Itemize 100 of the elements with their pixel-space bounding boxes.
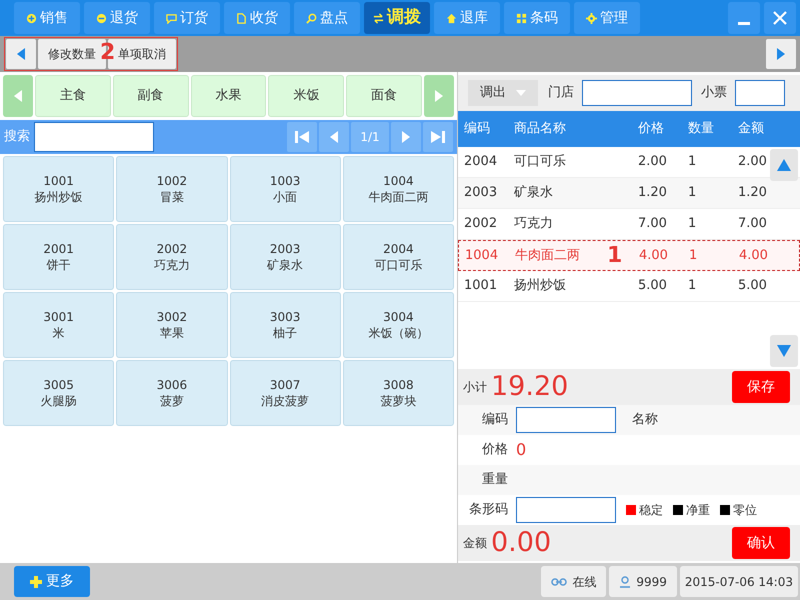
triangle-arrow-icon <box>328 130 340 144</box>
minimize-icon <box>738 22 750 24</box>
table-cell: 1001 <box>464 278 498 294</box>
scroll-right-button[interactable] <box>766 39 796 69</box>
next-page-button[interactable] <box>391 122 421 152</box>
confirm-button[interactable]: 确认 <box>732 527 790 559</box>
product-button[interactable]: 2002 巧克力 <box>116 224 228 290</box>
table-cell: 1.20 <box>638 185 667 200</box>
triangle-arrow-icon <box>432 89 445 103</box>
store-field[interactable] <box>582 80 692 106</box>
table-cell: 2.00 <box>738 154 767 170</box>
barcode-field[interactable] <box>516 497 616 523</box>
column-header: 编码 <box>463 120 491 138</box>
product-button[interactable]: 2004 可口可乐 <box>342 224 454 290</box>
column-header: 数量 <box>688 120 715 138</box>
table-cell: 矿泉水 <box>514 185 553 200</box>
category-button[interactable]: 面食 <box>346 75 422 117</box>
category-button[interactable]: 主食 <box>35 75 111 117</box>
amount-label: 金额 <box>463 535 487 552</box>
close-icon <box>772 10 788 26</box>
caret-icon <box>516 90 526 96</box>
product-button[interactable]: 1004 牛肉面二两 <box>342 156 454 222</box>
direction-dropdown[interactable]: 调出 <box>468 80 538 106</box>
table-cell: 4.00 <box>639 248 668 263</box>
price-label: 价格 <box>481 441 508 460</box>
table-cell: 巧克力 <box>514 216 553 232</box>
first-page-button[interactable] <box>287 122 317 152</box>
status-label: 净重 <box>686 502 710 519</box>
product-button[interactable]: 3002 苹果 <box>116 292 228 358</box>
table-row[interactable]: 2003 矿泉水 1.20 1 1.20 <box>458 178 800 209</box>
product-button[interactable]: 3004 米饭（碗） <box>342 292 454 358</box>
table-cell: 2003 <box>464 185 498 200</box>
product-button[interactable]: 1002 冒菜 <box>116 156 228 222</box>
document-icon <box>236 12 247 24</box>
table-cell: 2.00 <box>638 154 667 170</box>
table-cell: 7.00 <box>738 216 767 232</box>
triangle-arrow-icon <box>15 47 27 61</box>
annotation-marker: 1 <box>607 242 622 270</box>
minimize-button[interactable] <box>728 2 760 34</box>
nav-tab[interactable]: 调拨 <box>364 2 430 34</box>
product-button[interactable]: 3006 菠萝 <box>116 360 228 426</box>
plus-icon <box>30 576 42 588</box>
table-cell: 1 <box>689 248 698 263</box>
search-icon <box>306 12 317 24</box>
connection-status: 在线 <box>541 566 606 597</box>
house-icon <box>446 12 457 24</box>
table-cell: 1.20 <box>738 185 767 200</box>
prev-page-button[interactable] <box>319 122 349 152</box>
product-button[interactable]: 3003 柚子 <box>230 292 341 358</box>
scroll-up-button[interactable] <box>770 149 798 181</box>
table-cell: 5.00 <box>738 278 767 294</box>
minus-icon <box>96 12 107 24</box>
scroll-down-button[interactable] <box>770 335 798 367</box>
price-value: 0 <box>516 439 526 461</box>
table-cell: 2002 <box>464 216 498 232</box>
code-field[interactable] <box>516 407 616 433</box>
product-button[interactable]: 1001 扬州炒饭 <box>3 156 114 222</box>
user-status: 9999 <box>609 566 677 597</box>
product-button[interactable]: 3008 菠萝块 <box>342 360 454 426</box>
column-header: 商品名称 <box>513 120 567 138</box>
barcode-label: 条形码 <box>468 501 508 520</box>
more-button[interactable]: 更多 <box>14 566 90 597</box>
weight-label: 重量 <box>481 471 508 490</box>
store-label: 门店 <box>548 84 574 102</box>
swap-icon <box>373 12 384 24</box>
table-cell: 1 <box>688 216 696 232</box>
column-header: 价格 <box>638 120 665 138</box>
subtotal-label: 小计 <box>463 379 487 396</box>
product-button[interactable]: 2003 矿泉水 <box>230 224 341 290</box>
table-cell: 扬州炒饭 <box>514 278 566 294</box>
table-cell: 可口可乐 <box>514 154 566 170</box>
last-page-button[interactable] <box>423 122 453 152</box>
settings-icon <box>586 12 597 24</box>
category-button[interactable]: 副食 <box>112 75 189 117</box>
search-field[interactable] <box>34 122 154 152</box>
product-button[interactable]: 3007 消皮菠萝 <box>230 360 341 426</box>
table-cell: 2004 <box>464 154 498 170</box>
user-icon <box>619 576 632 588</box>
product-button[interactable]: 1003 小面 <box>230 156 341 222</box>
category-button[interactable]: 米饭 <box>268 75 344 117</box>
save-button[interactable]: 保存 <box>732 371 790 403</box>
close-button[interactable] <box>764 2 796 34</box>
table-cell: 1 <box>688 278 696 294</box>
product-button[interactable]: 2001 饼干 <box>3 224 114 290</box>
table-cell: 4.00 <box>739 248 768 263</box>
link-icon <box>551 578 568 586</box>
chat-icon <box>166 12 177 24</box>
product-button[interactable]: 3005 火腿肠 <box>3 360 114 426</box>
plus-icon <box>26 12 37 24</box>
product-button[interactable]: 3001 米 <box>3 292 114 358</box>
table-row[interactable]: 1004 牛肉面二两 1 4.00 1 4.00 <box>458 240 800 271</box>
table-cell: 牛肉面二两 <box>515 248 580 263</box>
ticket-label: 小票 <box>701 84 727 102</box>
scroll-left-button[interactable] <box>6 39 36 69</box>
category-button[interactable]: 水果 <box>190 75 266 117</box>
ticket-field[interactable] <box>735 80 785 106</box>
table-cell: 1 <box>688 185 696 200</box>
table-cell: 7.00 <box>638 216 667 232</box>
search-label: 搜索 <box>4 128 30 146</box>
table-cell: 1 <box>688 154 696 170</box>
